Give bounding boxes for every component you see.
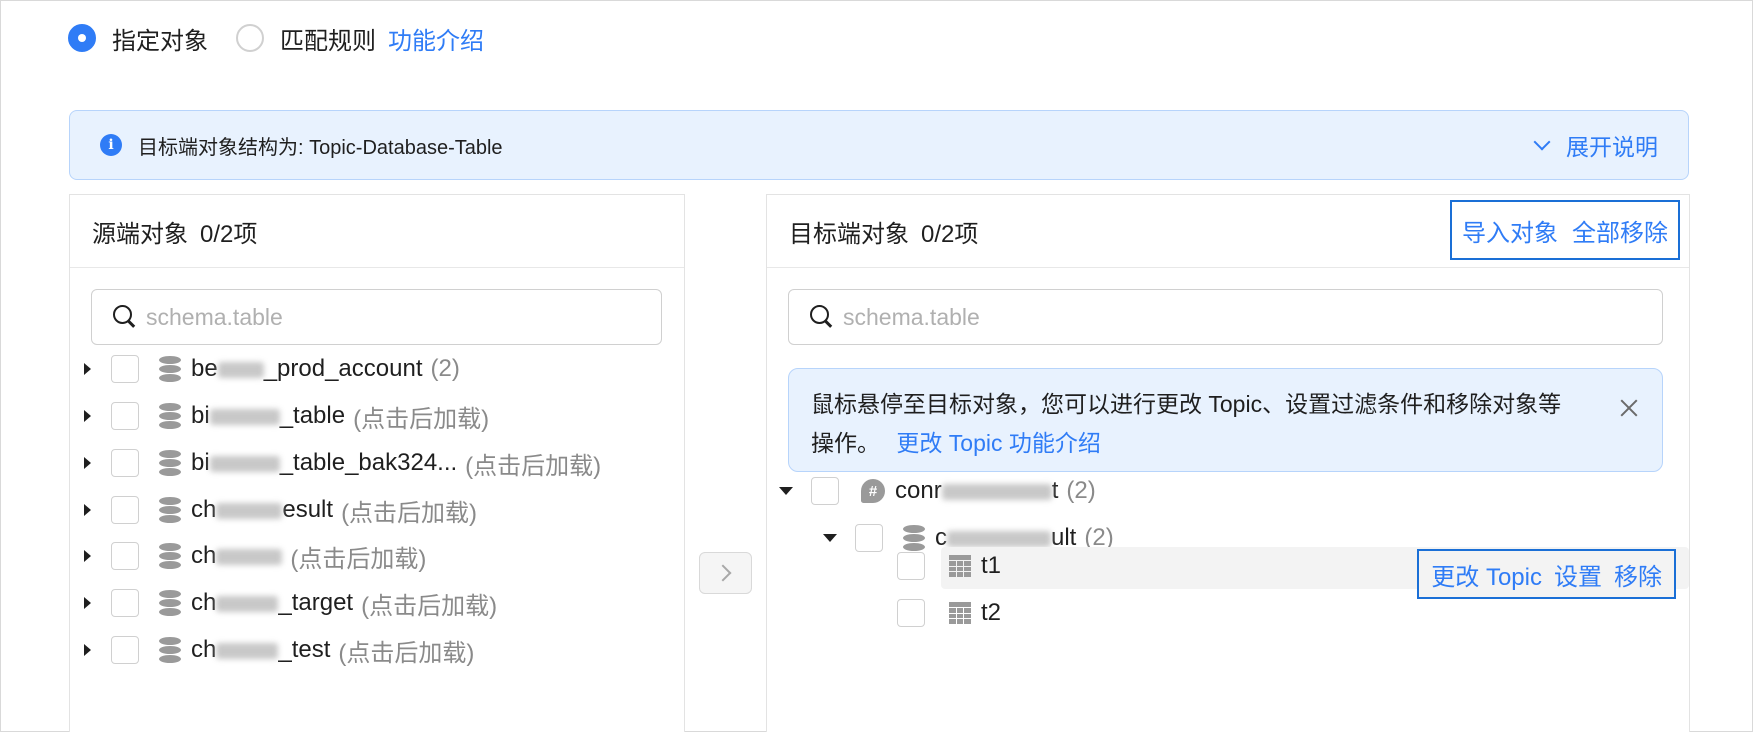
- list-item[interactable]: bi _table (点击后加载): [84, 398, 489, 434]
- radio-match-rules[interactable]: [236, 24, 264, 52]
- table-name: t2: [981, 599, 1002, 626]
- list-item[interactable]: ch esult (点击后加载): [84, 492, 477, 528]
- caret-down-icon[interactable]: [823, 534, 837, 542]
- source-search-input[interactable]: schema.table: [91, 289, 662, 345]
- source-panel-header: 源端对象 0/2项: [70, 195, 684, 268]
- target-objects-panel: 目标端对象 0/2项 导入对象 全部移除 schema.table 鼠标悬停至目…: [766, 194, 1690, 732]
- database-icon: [159, 497, 181, 523]
- structure-info-banner: i 目标端对象结构为: Topic-Database-Table 展开说明: [69, 110, 1689, 180]
- database-icon: [159, 543, 181, 569]
- item-name: ch esult: [191, 496, 334, 523]
- topic-icon: #: [861, 479, 885, 503]
- hover-tip-banner: 鼠标悬停至目标对象，您可以进行更改 Topic、设置过滤条件和移除对象等操作。 …: [788, 368, 1663, 472]
- caret-right-icon[interactable]: [84, 550, 91, 562]
- table-name: t1: [981, 552, 1002, 579]
- checkbox[interactable]: [111, 355, 139, 383]
- checkbox[interactable]: [111, 542, 139, 570]
- item-meta: (点击后加载): [353, 405, 490, 433]
- source-objects-panel: 源端对象 0/2项 schema.table be _prod_account (…: [69, 194, 685, 732]
- item-name: ch: [191, 542, 283, 570]
- item-name: ch _test: [191, 636, 331, 663]
- remove-all-button[interactable]: 全部移除: [1572, 213, 1668, 248]
- settings-button[interactable]: 设置: [1554, 557, 1602, 592]
- mode-selector: 指定对象 匹配规则 功能介绍: [68, 21, 484, 56]
- checkbox[interactable]: [111, 589, 139, 617]
- checkbox[interactable]: [111, 402, 139, 430]
- table-row[interactable]: t2: [897, 595, 1001, 631]
- feature-intro-link[interactable]: 功能介绍: [388, 21, 484, 56]
- table-icon: [949, 555, 971, 577]
- change-topic-button[interactable]: 更改 Topic: [1431, 557, 1542, 592]
- table-row[interactable]: t1: [897, 548, 1001, 584]
- caret-right-icon[interactable]: [84, 363, 91, 375]
- topic-name: conr t: [895, 477, 1059, 504]
- target-header-actions: 导入对象 全部移除: [1450, 200, 1680, 260]
- radio-label-specify-objects[interactable]: 指定对象: [112, 21, 208, 56]
- expand-label[interactable]: 展开说明: [1566, 128, 1658, 162]
- caret-right-icon[interactable]: [84, 457, 91, 469]
- item-meta: (点击后加载): [361, 592, 498, 620]
- banner-text: 目标端对象结构为: Topic-Database-Table: [138, 136, 503, 159]
- checkbox[interactable]: [111, 449, 139, 477]
- info-icon: i: [100, 134, 122, 156]
- list-item[interactable]: ch _test (点击后加载): [84, 632, 474, 668]
- expand-description-button[interactable]: 展开说明: [1533, 128, 1658, 162]
- checkbox[interactable]: [811, 477, 839, 505]
- target-panel-title: 目标端对象: [789, 220, 909, 248]
- checkbox[interactable]: [897, 552, 925, 580]
- target-selected-count: 0/2项: [921, 220, 979, 248]
- source-selected-count: 0/2项: [200, 220, 258, 248]
- database-icon: [159, 637, 181, 663]
- caret-right-icon[interactable]: [84, 504, 91, 516]
- caret-down-icon[interactable]: [779, 487, 793, 495]
- item-meta: (点击后加载): [290, 545, 427, 573]
- target-panel-header: 目标端对象 0/2项 导入对象 全部移除: [767, 195, 1689, 268]
- source-search-placeholder: schema.table: [146, 303, 283, 330]
- radio-label-match-rules[interactable]: 匹配规则: [280, 21, 376, 56]
- target-search-input[interactable]: schema.table: [788, 289, 1663, 345]
- item-name: bi _table_bak324...: [191, 449, 458, 476]
- table-row-actions: 更改 Topic 设置 移除: [1417, 549, 1676, 599]
- list-item[interactable]: bi _table_bak324... (点击后加载): [84, 445, 601, 481]
- remove-button[interactable]: 移除: [1614, 557, 1662, 592]
- list-item[interactable]: ch _target (点击后加载): [84, 585, 497, 621]
- source-panel-title: 源端对象: [92, 220, 188, 248]
- item-meta: (2): [430, 355, 460, 382]
- item-name: bi _table: [191, 402, 346, 429]
- checkbox[interactable]: [855, 524, 883, 552]
- caret-right-icon[interactable]: [84, 644, 91, 656]
- search-icon: [112, 304, 138, 330]
- caret-right-icon[interactable]: [84, 410, 91, 422]
- database-icon: [159, 450, 181, 476]
- import-objects-button[interactable]: 导入对象: [1462, 213, 1558, 248]
- radio-specify-objects[interactable]: [68, 24, 96, 52]
- item-name: be _prod_account: [191, 355, 423, 382]
- checkbox[interactable]: [111, 636, 139, 664]
- checkbox[interactable]: [111, 496, 139, 524]
- checkbox[interactable]: [897, 599, 925, 627]
- database-icon: [159, 403, 181, 429]
- close-icon[interactable]: [1618, 397, 1640, 419]
- item-meta: (点击后加载): [465, 452, 602, 480]
- search-icon: [809, 304, 835, 330]
- chevron-right-icon: [714, 564, 731, 582]
- item-meta: (点击后加载): [338, 639, 475, 667]
- item-meta: (点击后加载): [341, 499, 478, 527]
- target-search-placeholder: schema.table: [843, 303, 980, 330]
- item-name: ch _target: [191, 589, 354, 616]
- database-icon: [159, 356, 181, 382]
- database-icon: [159, 590, 181, 616]
- list-item[interactable]: ch (点击后加载): [84, 538, 426, 574]
- change-topic-intro-link[interactable]: 更改 Topic 功能介绍: [896, 430, 1100, 456]
- list-item[interactable]: be _prod_account (2): [84, 351, 460, 387]
- topic-node[interactable]: # conr t (2): [779, 473, 1096, 509]
- chevron-down-icon: [1533, 133, 1551, 151]
- table-icon: [949, 602, 971, 624]
- topic-meta: (2): [1066, 477, 1096, 504]
- transfer-right-button[interactable]: [699, 552, 752, 594]
- caret-right-icon[interactable]: [84, 597, 91, 609]
